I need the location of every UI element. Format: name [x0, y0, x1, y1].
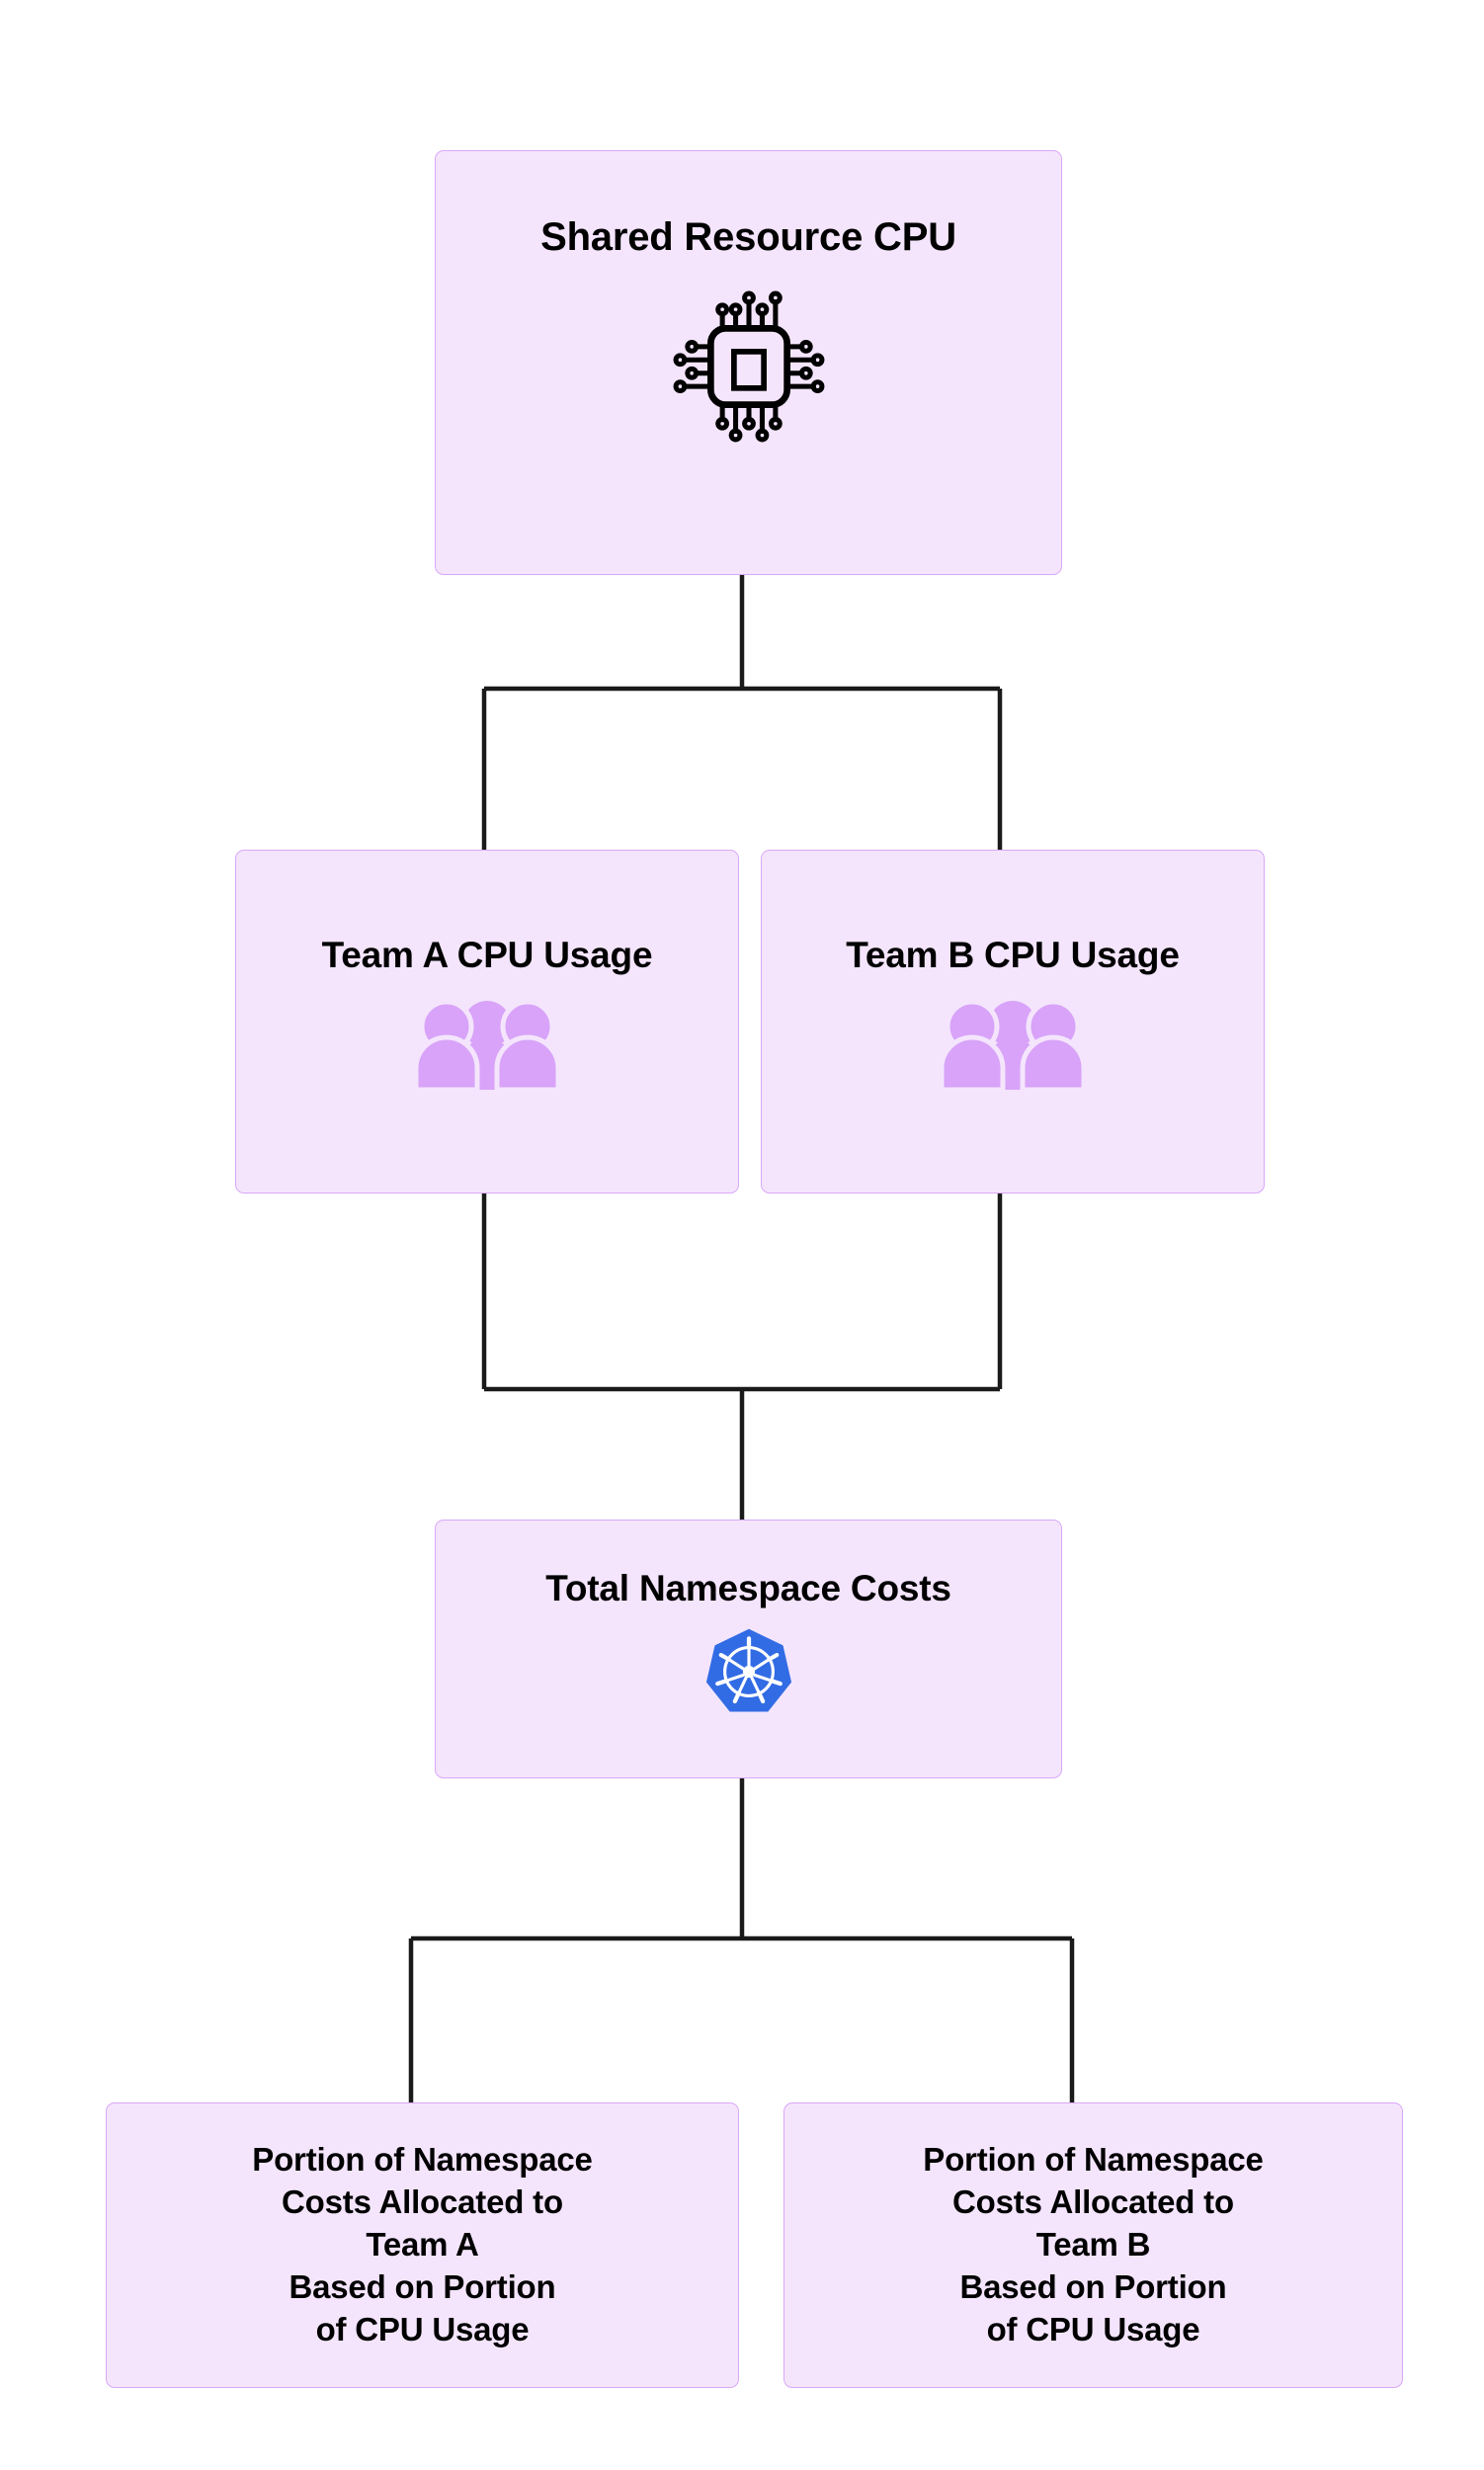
three-people-icon	[939, 999, 1087, 1090]
node-total-namespace-costs-label: Total Namespace Costs	[545, 1568, 951, 1608]
node-team-a-cpu-usage[interactable]: Team A CPU Usage	[235, 850, 739, 1194]
edge-shared-cpu-to-teams	[481, 575, 1003, 850]
node-team-b-label: Team B CPU Usage	[846, 935, 1180, 975]
node-shared-resource-cpu[interactable]: Shared Resource CPU	[435, 150, 1062, 575]
node-allocation-team-a-label: Portion of Namespace Costs Allocated to …	[252, 2141, 593, 2347]
cpu-chip-icon	[666, 284, 832, 450]
diagram-canvas: Shared Resource CPU Team A CPU Usage Tea…	[0, 0, 1484, 2470]
node-allocation-team-a[interactable]: Portion of Namespace Costs Allocated to …	[106, 2102, 739, 2388]
edge-teams-to-total-costs	[481, 1194, 1003, 1520]
kubernetes-logo-icon	[703, 1626, 794, 1717]
node-allocation-team-b[interactable]: Portion of Namespace Costs Allocated to …	[783, 2102, 1403, 2388]
node-team-b-cpu-usage[interactable]: Team B CPU Usage	[761, 850, 1265, 1194]
node-allocation-team-b-label: Portion of Namespace Costs Allocated to …	[923, 2141, 1264, 2347]
node-team-a-label: Team A CPU Usage	[321, 935, 653, 975]
edge-total-costs-to-allocations	[408, 1778, 1075, 2102]
three-people-icon	[413, 999, 561, 1090]
node-total-namespace-costs[interactable]: Total Namespace Costs	[435, 1520, 1062, 1778]
node-shared-resource-cpu-label: Shared Resource CPU	[540, 215, 956, 259]
